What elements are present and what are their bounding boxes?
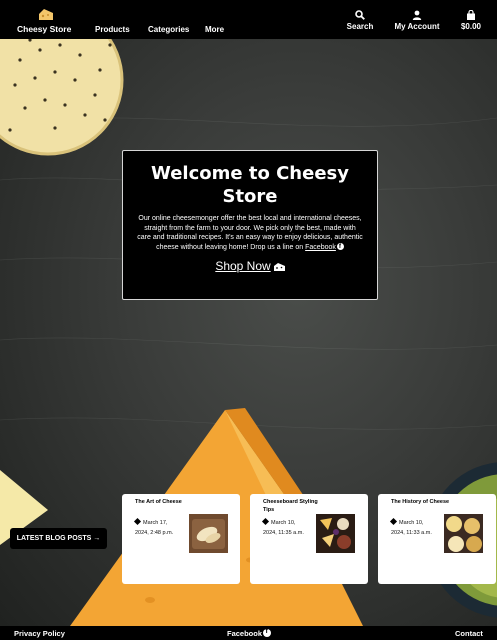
- my-account-label: My Account: [394, 22, 440, 31]
- facebook-link[interactable]: Facebook: [305, 244, 336, 251]
- facebook-icon: [263, 628, 272, 637]
- footer-facebook-link[interactable]: Facebook: [227, 628, 272, 638]
- blog-card-thumbnail[interactable]: [316, 514, 355, 553]
- search-label: Search: [346, 22, 374, 31]
- blog-card-thumbnail[interactable]: [444, 514, 483, 553]
- welcome-panel: Welcome to Cheesy Store Our online chees…: [122, 150, 378, 300]
- hero-description: Our online cheesemonger offer the best l…: [137, 214, 363, 252]
- cheese-logo-icon: [39, 9, 53, 20]
- cheeseboard-image: [316, 514, 355, 553]
- blog-card-date-text: March 10, 2024, 11:35 a.m.: [263, 520, 304, 536]
- blog-card[interactable]: The Art of Cheese March 17, 2024, 2:48 p…: [122, 494, 240, 584]
- cart-button[interactable]: $0.00: [441, 10, 497, 34]
- nav-more[interactable]: More: [205, 25, 224, 34]
- user-icon: [412, 10, 422, 20]
- arrow-right-icon: →: [93, 535, 101, 542]
- hero-title: Welcome to Cheesy Store: [151, 163, 349, 207]
- brand-logo-link[interactable]: Cheesy Store: [17, 9, 77, 35]
- shop-now-button[interactable]: Shop Now: [215, 259, 285, 274]
- tag-icon: [133, 517, 142, 526]
- shop-now-label: Shop Now: [215, 259, 271, 274]
- blog-card-title[interactable]: The Art of Cheese: [135, 499, 195, 507]
- nav-products[interactable]: Products: [95, 25, 130, 34]
- footer-facebook-label: Facebook: [227, 629, 263, 638]
- privacy-policy-link[interactable]: Privacy Policy: [14, 629, 65, 638]
- facebook-link-label: Facebook: [305, 243, 336, 251]
- tag-icon: [389, 517, 398, 526]
- brand-name: Cheesy Store: [17, 24, 72, 34]
- blog-card[interactable]: The History of Cheese March 10, 2024, 11…: [378, 494, 496, 584]
- search-icon: [355, 10, 365, 20]
- blog-card-date-text: March 17, 2024, 2:48 p.m.: [135, 520, 174, 536]
- cheese-icon: [273, 263, 285, 272]
- search-button[interactable]: Search: [330, 10, 390, 34]
- latest-blog-posts-button[interactable]: LATEST BLOG POSTS →: [10, 528, 107, 549]
- blog-card-title[interactable]: The History of Cheese: [391, 499, 451, 507]
- top-navbar: Cheesy Store Products Categories More Se…: [0, 0, 497, 39]
- tag-icon: [261, 517, 270, 526]
- blog-card-date: March 10, 2024, 11:35 a.m.: [261, 517, 307, 538]
- blog-card-title[interactable]: Cheeseboard Styling Tips: [263, 499, 323, 514]
- my-account-button[interactable]: My Account: [387, 10, 447, 34]
- blog-card-date-text: March 10, 2024, 11:33 a.m.: [391, 520, 432, 536]
- facebook-icon: [336, 242, 344, 251]
- shopping-bag-icon: [467, 10, 475, 20]
- blog-card-thumbnail[interactable]: [189, 514, 228, 553]
- blog-card[interactable]: Cheeseboard Styling Tips March 10, 2024,…: [250, 494, 368, 584]
- cheese-slices-image: [189, 514, 228, 553]
- nav-categories[interactable]: Categories: [148, 25, 189, 34]
- blog-card-date: March 10, 2024, 11:33 a.m.: [389, 517, 435, 538]
- footer-bar: Privacy Policy Facebook Contact: [0, 626, 497, 640]
- cheese-wheels-image: [444, 514, 483, 553]
- blog-card-date: March 17, 2024, 2:48 p.m.: [133, 517, 179, 538]
- latest-blog-posts-label: LATEST BLOG POSTS: [16, 535, 92, 542]
- contact-link[interactable]: Contact: [455, 629, 483, 638]
- cart-total: $0.00: [460, 22, 482, 31]
